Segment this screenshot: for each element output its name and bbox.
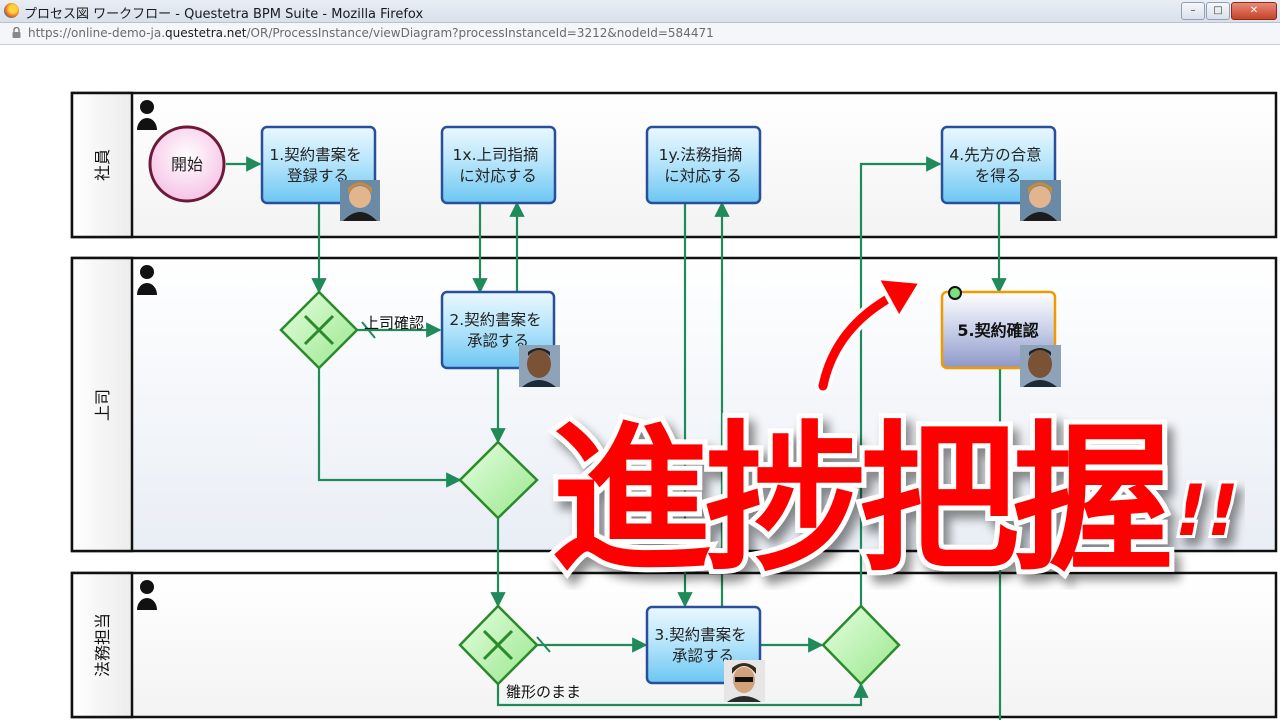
task-label-line1: 4.先方の合意 xyxy=(949,145,1041,164)
task-label-line1: 1.契約書案を xyxy=(269,146,361,164)
task-label-line1: 3.契約書案を xyxy=(654,626,746,644)
window-titlebar: プロセス図 ワークフロー - Questetra BPM Suite - Moz… xyxy=(0,0,1280,23)
start-event-label: 開始 xyxy=(171,155,203,174)
task-label-line1: 1y.法務指摘 xyxy=(659,146,743,164)
url-text[interactable]: https://online-demo-ja.questetra.net/OR/… xyxy=(28,26,714,40)
task-address-legal-feedback[interactable]: 1y.法務指摘 に対応する xyxy=(645,125,762,205)
assignee-avatar xyxy=(724,660,765,702)
progress-overlay: 進捗把握 !! xyxy=(546,401,1242,590)
firefox-icon xyxy=(4,3,19,18)
window-title: プロセス図 ワークフロー - Questetra BPM Suite - Moz… xyxy=(24,7,424,22)
task-label-line2: に対応する xyxy=(664,167,742,185)
task-label-line2: を得る xyxy=(975,167,1022,185)
task-label-line1: 1x.上司指摘 xyxy=(453,146,539,164)
pointer-arrow-icon xyxy=(815,276,923,394)
task-label-line1: 2.契約書案を xyxy=(449,311,541,329)
flow-label-boss-check: 上司確認 xyxy=(364,314,424,332)
close-button[interactable]: ✕ xyxy=(1231,2,1277,20)
lane-label: 上司 xyxy=(93,389,112,421)
lane-label: 法務担当 xyxy=(93,613,112,677)
address-bar[interactable]: https://online-demo-ja.questetra.net/OR/… xyxy=(0,23,1280,45)
lane-label: 社員 xyxy=(93,149,112,181)
assignee-avatar xyxy=(519,345,560,387)
overlay-caption: 進捗把握 xyxy=(551,406,1170,590)
minimize-button[interactable]: – xyxy=(1181,2,1205,20)
assignee-avatar xyxy=(340,180,380,221)
task-label-line2: に対応する xyxy=(459,167,537,185)
flow-label-draft-as-is: 雛形のまま xyxy=(506,683,581,701)
assignee-avatar xyxy=(1020,345,1061,387)
lock-icon xyxy=(12,27,21,38)
current-token-icon xyxy=(948,286,962,300)
assignee-avatar xyxy=(1020,180,1061,221)
process-diagram: 社員 上司 法務担当 開始 1.契約書案を 登録する 1x.上司指摘 に対応する… xyxy=(70,91,1278,720)
maximize-button[interactable]: □ xyxy=(1206,2,1230,20)
task-address-boss-feedback[interactable]: 1x.上司指摘 に対応する xyxy=(440,125,557,205)
start-event[interactable]: 開始 xyxy=(148,125,226,203)
task-label-line2: 登録する xyxy=(287,167,349,185)
task-label: 5.契約確認 xyxy=(957,321,1038,340)
overlay-exclaim: !! xyxy=(1175,470,1239,552)
